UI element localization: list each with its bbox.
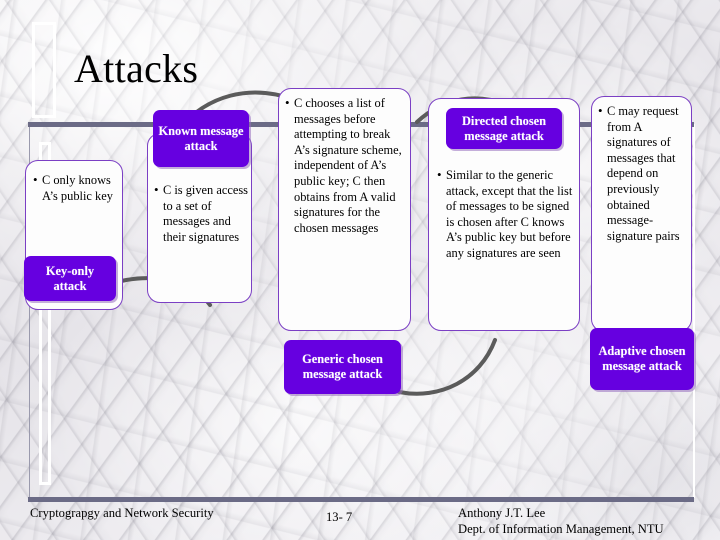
card-adaptive-chosen-text: • C may request from A signatures of mes… xyxy=(598,103,680,243)
bullet-icon: • xyxy=(285,95,290,110)
footer-author-block: Anthony J.T. Lee Dept. of Information Ma… xyxy=(458,505,664,537)
decorative-right-line xyxy=(693,124,695,498)
card-known-message-text: • C is given access to a set of messages… xyxy=(154,182,248,244)
card-directed-chosen-text: • Similar to the generic attack, except … xyxy=(437,167,573,260)
bullet-icon: • xyxy=(598,103,603,118)
chip-known-message-attack-label: Known message attack xyxy=(158,123,244,153)
decorative-bottom-bar xyxy=(28,497,694,502)
slide-canvas: Attacks • C only knows A’s public key • … xyxy=(0,0,720,540)
bullet-icon: • xyxy=(33,172,38,187)
bullet-icon: • xyxy=(154,182,159,197)
card-key-only-text: • C only knows A’s public key xyxy=(33,172,113,203)
card-generic-chosen-text: • C chooses a list of messages before at… xyxy=(285,95,402,235)
chip-generic-chosen-attack-label: Generic chosen message attack xyxy=(302,352,383,381)
chip-known-message-attack[interactable]: Known message attack xyxy=(153,110,249,167)
chip-generic-chosen-attack[interactable]: Generic chosen message attack xyxy=(284,340,401,394)
chip-adaptive-chosen-attack-label: Adaptive chosen message attack xyxy=(598,344,686,373)
footer-course-title: Cryptograpgy and Network Security xyxy=(30,506,214,520)
page-title: Attacks xyxy=(74,46,199,91)
chip-adaptive-chosen-attack[interactable]: Adaptive chosen message attack xyxy=(590,328,694,390)
footer-affiliation: Dept. of Information Management, NTU xyxy=(458,522,664,536)
decorative-rectangle-top xyxy=(32,22,56,118)
bullet-icon: • xyxy=(437,167,442,182)
chip-directed-chosen-attack[interactable]: Directed chosen message attack xyxy=(446,108,562,149)
chip-key-only-attack[interactable]: Key-only attack xyxy=(24,256,116,301)
footer-author: Anthony J.T. Lee xyxy=(458,506,546,520)
chip-directed-chosen-attack-label: Directed chosen message attack xyxy=(461,113,547,143)
chip-key-only-attack-label: Key-only attack xyxy=(45,263,95,293)
footer-page-number: 13- 7 xyxy=(326,510,353,524)
